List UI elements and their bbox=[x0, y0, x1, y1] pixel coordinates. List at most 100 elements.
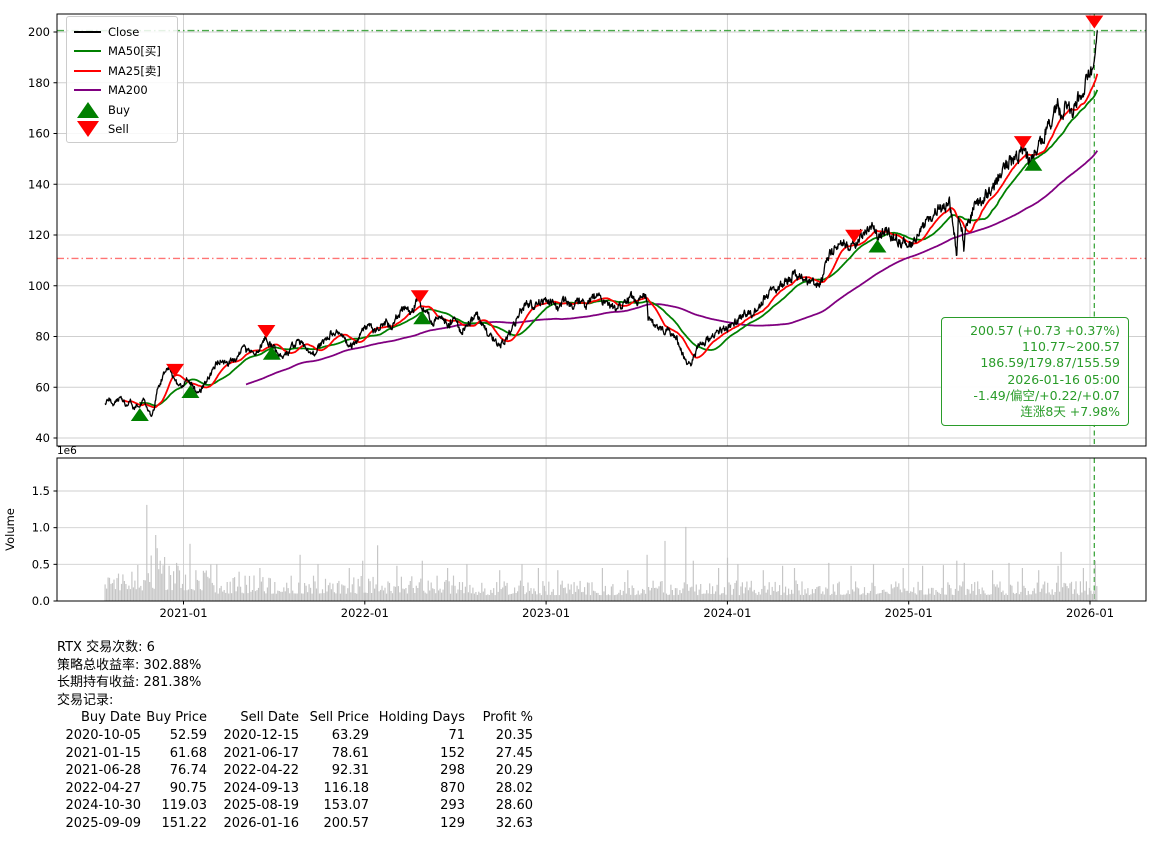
table-cell: 2020-10-05 bbox=[57, 727, 141, 745]
table-cell: Sell Price bbox=[299, 709, 369, 727]
volume-bar bbox=[1053, 595, 1054, 601]
volume-bar bbox=[413, 588, 414, 601]
table-cell: 2025-09-09 bbox=[57, 815, 141, 833]
volume-bar bbox=[468, 592, 469, 601]
table-cell: 92.31 bbox=[299, 762, 369, 780]
table-cell: 71 bbox=[369, 727, 465, 745]
volume-bar bbox=[837, 583, 838, 601]
volume-bar bbox=[112, 583, 113, 601]
volume-bar bbox=[655, 588, 656, 601]
table-cell: 151.22 bbox=[141, 815, 207, 833]
volume-bar bbox=[916, 595, 917, 601]
volume-bar bbox=[252, 590, 253, 601]
volume-bar bbox=[294, 593, 295, 601]
table-cell: 119.03 bbox=[141, 797, 207, 815]
legend-item-close: Close bbox=[74, 22, 173, 42]
volume-bar bbox=[868, 593, 869, 601]
table-cell: 2020-12-15 bbox=[207, 727, 299, 745]
volume-bar bbox=[575, 592, 576, 601]
volume-bar bbox=[224, 590, 225, 601]
volume-bar bbox=[898, 583, 899, 601]
volume-bar bbox=[709, 583, 710, 601]
volume-bar bbox=[172, 590, 173, 601]
volume-bar bbox=[1038, 570, 1039, 601]
volume-bar bbox=[708, 593, 709, 601]
volume-bar bbox=[197, 580, 198, 601]
volume-bar bbox=[612, 584, 613, 601]
volume-bar bbox=[806, 594, 807, 602]
volume-bar bbox=[463, 593, 464, 601]
volume-bar bbox=[176, 563, 177, 601]
legend-label: MA25[卖] bbox=[108, 63, 161, 79]
volume-bar bbox=[912, 592, 913, 601]
volume-bar bbox=[119, 590, 120, 601]
volume-bar bbox=[947, 582, 948, 601]
volume-bar bbox=[486, 595, 487, 601]
volume-bar bbox=[697, 595, 698, 601]
volume-bar bbox=[404, 589, 405, 601]
volume-bar bbox=[1078, 595, 1079, 601]
volume-bar bbox=[1059, 592, 1060, 601]
volume-bar bbox=[180, 588, 181, 601]
volume-bar bbox=[353, 577, 354, 601]
volume-bar bbox=[723, 593, 724, 601]
volume-bar bbox=[918, 582, 919, 601]
volume-bar bbox=[271, 594, 272, 601]
volume-bar bbox=[782, 566, 783, 601]
volume-bar bbox=[185, 575, 186, 601]
volume-bar bbox=[347, 588, 348, 601]
volume-bar bbox=[227, 582, 228, 601]
volume-bar bbox=[851, 566, 852, 601]
volume-bar bbox=[563, 588, 564, 601]
volume-bar bbox=[511, 594, 512, 601]
table-row: 2020-10-0552.592020-12-1563.297120.35 bbox=[57, 727, 697, 745]
volume-bar bbox=[574, 582, 575, 601]
volume-bar bbox=[822, 591, 823, 601]
volume-bar bbox=[399, 592, 400, 601]
volume-bar bbox=[352, 584, 353, 601]
table-cell: 293 bbox=[369, 797, 465, 815]
volume-bar bbox=[661, 581, 662, 601]
volume-bar bbox=[678, 595, 679, 601]
volume-bar bbox=[688, 591, 689, 601]
volume-bar bbox=[228, 594, 229, 602]
trade-records-table: Buy DateBuy PriceSell DateSell PriceHold… bbox=[57, 709, 697, 832]
volume-bar bbox=[282, 592, 283, 601]
volume-bar bbox=[1058, 566, 1059, 601]
volume-bar bbox=[779, 585, 780, 601]
volume-bar bbox=[551, 592, 552, 601]
volume-bar bbox=[456, 593, 457, 601]
volume-bar bbox=[712, 586, 713, 601]
volume-bar bbox=[288, 588, 289, 601]
volume-bar bbox=[225, 593, 226, 601]
volume-bar bbox=[312, 594, 313, 601]
volume-bar bbox=[973, 591, 974, 601]
volume-bar bbox=[901, 592, 902, 601]
volume-bar bbox=[831, 594, 832, 601]
volume-bar bbox=[396, 566, 397, 601]
annotation-line-mas: 186.59/179.87/155.59 bbox=[950, 355, 1120, 371]
volume-bar bbox=[1083, 568, 1084, 601]
volume-bar bbox=[1022, 568, 1023, 601]
volume-bar bbox=[825, 587, 826, 601]
volume-bar bbox=[754, 590, 755, 601]
volume-bar bbox=[110, 584, 111, 601]
volume-bar bbox=[639, 595, 640, 601]
table-cell: 28.02 bbox=[465, 780, 533, 798]
table-header-row: Buy DateBuy PriceSell DateSell PriceHold… bbox=[57, 709, 697, 727]
volume-bar bbox=[953, 595, 954, 601]
volume-bar bbox=[623, 591, 624, 601]
table-cell: 27.45 bbox=[465, 745, 533, 763]
table-cell: 52.59 bbox=[141, 727, 207, 745]
volume-bar bbox=[784, 593, 785, 601]
volume-bar bbox=[877, 594, 878, 601]
volume-bar bbox=[846, 594, 847, 602]
volume-bar bbox=[648, 587, 649, 601]
volume-bar bbox=[642, 589, 643, 601]
volume-bar bbox=[1001, 592, 1002, 601]
table-cell: 2025-08-19 bbox=[207, 797, 299, 815]
volume-bar bbox=[133, 587, 134, 601]
volume-bar bbox=[423, 591, 424, 601]
volume-bar bbox=[724, 587, 725, 601]
volume-bar bbox=[219, 588, 220, 601]
